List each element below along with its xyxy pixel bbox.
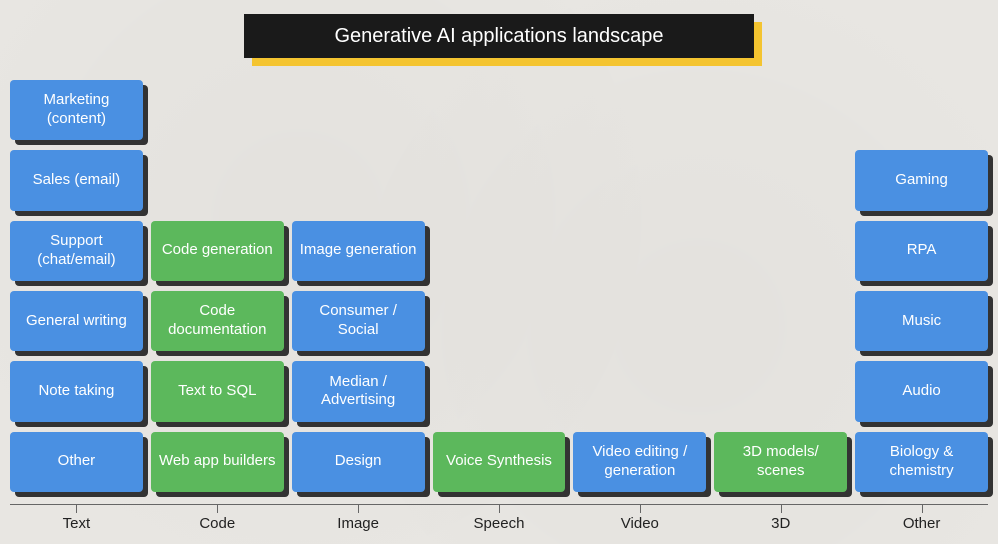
cell-label: Biology & chemistry — [855, 432, 988, 492]
landscape-cell: Consumer / Social — [292, 291, 425, 351]
landscape-cell: Design — [292, 432, 425, 492]
landscape-cell: Web app builders — [151, 432, 284, 492]
landscape-cell: Code documentation — [151, 291, 284, 351]
landscape-cell: Music — [855, 291, 988, 351]
cell-label: Consumer / Social — [292, 291, 425, 351]
landscape-cell: Sales (email) — [10, 150, 143, 210]
cell-label: Sales (email) — [10, 150, 143, 210]
landscape-cell: 3D models/ scenes — [714, 432, 847, 492]
landscape-cell: Support (chat/email) — [10, 221, 143, 281]
cell-label: Gaming — [855, 150, 988, 210]
axis-label: Code — [151, 515, 284, 532]
landscape-cell: Note taking — [10, 361, 143, 421]
landscape-cell: Video editing / generation — [573, 432, 706, 492]
landscape-cell: Median / Advertising — [292, 361, 425, 421]
page-title: Generative AI applications landscape — [244, 14, 754, 58]
cell-label: Text to SQL — [151, 361, 284, 421]
landscape-cell: Code generation — [151, 221, 284, 281]
cell-label: Video editing / generation — [573, 432, 706, 492]
cell-label: Design — [292, 432, 425, 492]
cell-label: Median / Advertising — [292, 361, 425, 421]
cell-label: Voice Synthesis — [433, 432, 566, 492]
landscape-cell: Biology & chemistry — [855, 432, 988, 492]
cell-label: Note taking — [10, 361, 143, 421]
cell-label: Music — [855, 291, 988, 351]
title-bar: Generative AI applications landscape — [244, 14, 754, 58]
cell-label: Marketing (content) — [10, 80, 143, 140]
landscape-cell: Text to SQL — [151, 361, 284, 421]
landscape-cell: Gaming — [855, 150, 988, 210]
axis-label: Image — [292, 515, 425, 532]
cell-label: Code generation — [151, 221, 284, 281]
cell-label: RPA — [855, 221, 988, 281]
landscape-cell: Audio — [855, 361, 988, 421]
cell-label: Web app builders — [151, 432, 284, 492]
cell-label: Code documentation — [151, 291, 284, 351]
cell-label: 3D models/ scenes — [714, 432, 847, 492]
landscape-cell: General writing — [10, 291, 143, 351]
axis-label: Other — [855, 515, 988, 532]
landscape-cell: Voice Synthesis — [433, 432, 566, 492]
cell-label: General writing — [10, 291, 143, 351]
axis-label: Text — [10, 515, 143, 532]
cell-label: Audio — [855, 361, 988, 421]
landscape-cell: Image generation — [292, 221, 425, 281]
category-axis: Text Code Image Speech Video 3D Other — [10, 504, 988, 532]
axis-label: 3D — [714, 515, 847, 532]
axis-label: Speech — [433, 515, 566, 532]
landscape-cell: RPA — [855, 221, 988, 281]
cell-label: Support (chat/email) — [10, 221, 143, 281]
cell-label: Image generation — [292, 221, 425, 281]
axis-label: Video — [573, 515, 706, 532]
landscape-cell: Other — [10, 432, 143, 492]
cell-label: Other — [10, 432, 143, 492]
landscape-grid: Marketing (content) Sales (email) Support … — [10, 80, 988, 492]
landscape-cell: Marketing (content) — [10, 80, 143, 140]
